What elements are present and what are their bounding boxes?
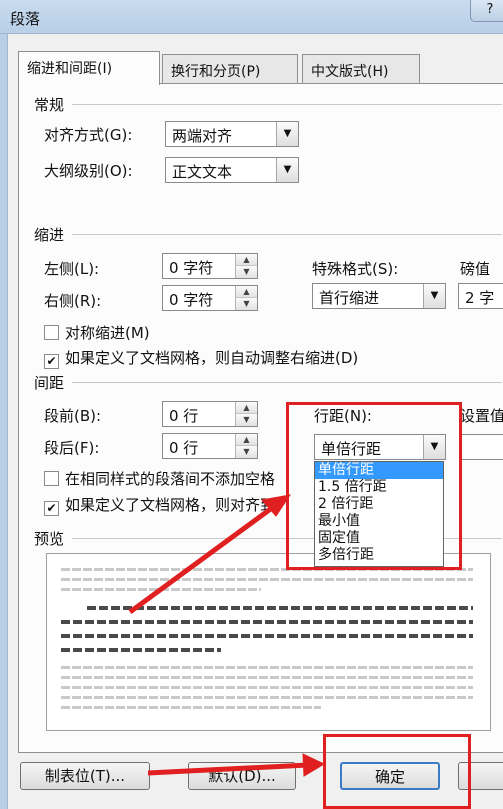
annotation-arrow-line	[128, 502, 278, 615]
annotation-arrow-head	[302, 753, 326, 777]
annotation-arrows	[128, 494, 326, 777]
annotation-arrow-line	[147, 762, 309, 776]
